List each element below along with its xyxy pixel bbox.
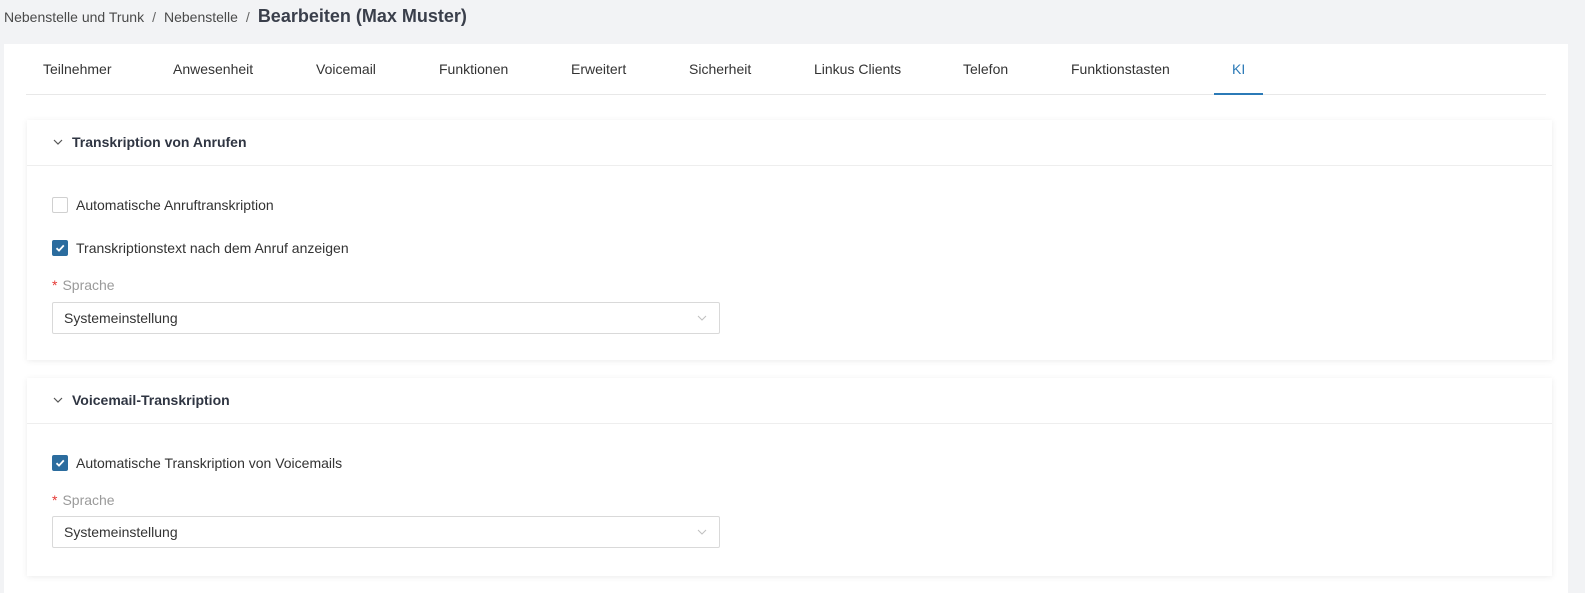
tab-funktionen[interactable]: Funktionen xyxy=(439,44,508,94)
tab-anwesenheit[interactable]: Anwesenheit xyxy=(173,44,253,94)
chevron-down-icon xyxy=(697,315,707,321)
voicemail-language-value: Systemeinstellung xyxy=(64,524,178,540)
check-icon xyxy=(55,244,65,252)
auto-call-transcription-checkbox[interactable] xyxy=(52,197,68,213)
breadcrumb-separator: / xyxy=(245,9,250,25)
required-mark: * xyxy=(52,492,58,508)
page-title: Bearbeiten (Max Muster) xyxy=(257,6,467,26)
chevron-down-icon xyxy=(697,529,707,535)
top-bar: Nebenstelle und Trunk / Nebenstelle / Be… xyxy=(0,0,1585,44)
auto-call-transcription-option[interactable]: Automatische Anruftranskription xyxy=(52,196,274,214)
tab-ki[interactable]: KI xyxy=(1213,44,1264,95)
voicemail-transcription-panel: Voicemail-Transkription Automatische Tra… xyxy=(27,378,1552,576)
voicemail-transcription-panel-header[interactable]: Voicemail-Transkription xyxy=(27,378,1552,424)
tab-telefon[interactable]: Telefon xyxy=(963,44,1008,94)
call-language-select[interactable]: Systemeinstellung xyxy=(52,302,720,334)
required-mark: * xyxy=(52,277,58,293)
tab-erweitert[interactable]: Erweitert xyxy=(571,44,626,94)
tab-sicherheit[interactable]: Sicherheit xyxy=(689,44,751,94)
auto-voicemail-transcription-checkbox[interactable] xyxy=(52,455,68,471)
call-transcription-panel-header[interactable]: Transkription von Anrufen xyxy=(27,120,1552,166)
show-transcription-text-checkbox[interactable] xyxy=(52,240,68,256)
breadcrumb-item-nebenstelle-und-trunk[interactable]: Nebenstelle und Trunk xyxy=(4,9,144,25)
show-transcription-text-label: Transkriptionstext nach dem Anruf anzeig… xyxy=(76,240,349,256)
breadcrumb: Nebenstelle und Trunk / Nebenstelle / Be… xyxy=(4,6,467,27)
chevron-down-icon xyxy=(53,139,63,145)
call-transcription-panel: Transkription von Anrufen Automatische A… xyxy=(27,120,1552,360)
tab-teilnehmer[interactable]: Teilnehmer xyxy=(43,44,111,94)
tab-funktionstasten[interactable]: Funktionstasten xyxy=(1071,44,1170,94)
call-transcription-title: Transkription von Anrufen xyxy=(72,134,247,150)
voicemail-language-label-text: Sprache xyxy=(62,492,115,508)
show-transcription-text-option[interactable]: Transkriptionstext nach dem Anruf anzeig… xyxy=(52,239,349,257)
auto-call-transcription-label: Automatische Anruftranskription xyxy=(76,197,274,213)
tab-linkus-clients[interactable]: Linkus Clients xyxy=(814,44,901,94)
call-language-value: Systemeinstellung xyxy=(64,310,178,326)
tab-bar: Teilnehmer Anwesenheit Voicemail Funktio… xyxy=(26,44,1546,95)
call-language-label: * Sprache xyxy=(52,277,115,293)
chevron-down-icon xyxy=(53,397,63,403)
tab-voicemail[interactable]: Voicemail xyxy=(316,44,376,94)
breadcrumb-item-nebenstelle[interactable]: Nebenstelle xyxy=(164,9,238,25)
call-language-label-text: Sprache xyxy=(62,277,115,293)
auto-voicemail-transcription-label: Automatische Transkription von Voicemail… xyxy=(76,455,343,471)
voicemail-language-label: * Sprache xyxy=(52,492,115,508)
check-icon xyxy=(55,459,65,467)
main-content: Teilnehmer Anwesenheit Voicemail Funktio… xyxy=(4,44,1568,593)
voicemail-language-select[interactable]: Systemeinstellung xyxy=(52,516,720,548)
voicemail-transcription-title: Voicemail-Transkription xyxy=(72,392,230,408)
breadcrumb-separator: / xyxy=(152,9,156,25)
auto-voicemail-transcription-option[interactable]: Automatische Transkription von Voicemail… xyxy=(52,454,342,472)
